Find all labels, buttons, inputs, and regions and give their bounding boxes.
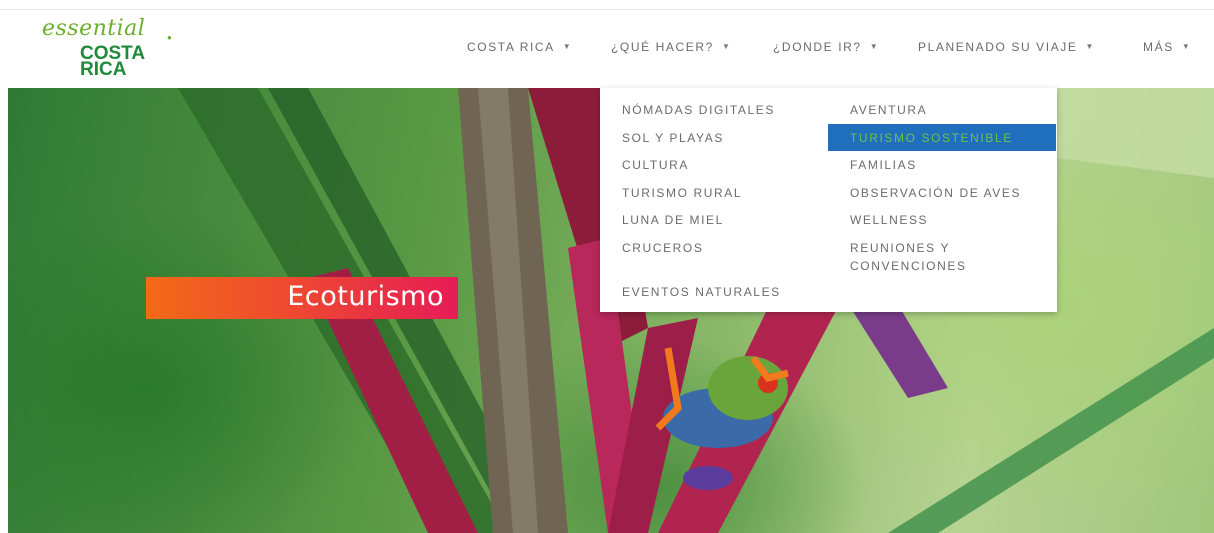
main-nav: COSTA RICA ▼ ¿QUÉ HACER? ▼ ¿DONDE IR? ▼ PLA… xyxy=(0,10,1214,88)
menu-item-wellness[interactable]: WELLNESS xyxy=(850,211,928,229)
page: essential ● COSTA RICA COSTA RICA ▼ ¿QUÉ … xyxy=(0,0,1214,533)
site-header: essential ● COSTA RICA COSTA RICA ▼ ¿QUÉ … xyxy=(0,10,1214,88)
nav-item-donde-ir[interactable]: ¿DONDE IR? ▼ xyxy=(773,40,878,54)
menu-item-turismo-sostenible[interactable]: TURISMO SOSTENIBLE xyxy=(850,129,1013,147)
menu-item-reuniones-y-convenciones[interactable]: REUNIONES Y CONVENCIONES xyxy=(850,239,1050,275)
nav-item-mas[interactable]: MÁS ▼ xyxy=(1143,40,1190,54)
hero-label-text: Ecoturismo xyxy=(287,281,444,312)
nav-item-costa-rica[interactable]: COSTA RICA ▼ xyxy=(467,40,571,54)
nav-item-planenado-su-viaje[interactable]: PLANENADO SU VIAJE ▼ xyxy=(918,40,1093,54)
nav-label: ¿DONDE IR? xyxy=(773,40,862,54)
menu-item-sol-y-playas[interactable]: SOL Y PLAYAS xyxy=(622,129,724,147)
caret-down-icon: ▼ xyxy=(1085,42,1094,51)
nav-label: PLANENADO SU VIAJE xyxy=(918,40,1078,54)
hero-category-label: Ecoturismo xyxy=(146,277,458,319)
nav-label: ¿QUÉ HACER? xyxy=(611,40,714,54)
que-hacer-dropdown-menu: NÓMADAS DIGITALES SOL Y PLAYAS CULTURA T… xyxy=(600,88,1057,312)
caret-down-icon: ▼ xyxy=(869,42,878,51)
menu-item-luna-de-miel[interactable]: LUNA DE MIEL xyxy=(622,211,724,229)
nav-label: MÁS xyxy=(1143,40,1174,54)
nav-item-que-hacer[interactable]: ¿QUÉ HACER? ▼ xyxy=(611,40,730,54)
menu-item-eventos-naturales[interactable]: EVENTOS NATURALES xyxy=(622,283,781,301)
menu-item-aventura[interactable]: AVENTURA xyxy=(850,101,927,119)
nav-label: COSTA RICA xyxy=(467,40,555,54)
menu-item-familias[interactable]: FAMILIAS xyxy=(850,156,917,174)
menu-item-turismo-rural[interactable]: TURISMO RURAL xyxy=(622,184,742,202)
caret-down-icon: ▼ xyxy=(1181,42,1190,51)
menu-item-observacion-de-aves[interactable]: OBSERVACIÓN DE AVES xyxy=(850,184,1021,202)
caret-down-icon: ▼ xyxy=(721,42,730,51)
menu-item-cultura[interactable]: CULTURA xyxy=(622,156,689,174)
menu-item-nomadas-digitales[interactable]: NÓMADAS DIGITALES xyxy=(622,101,775,119)
menu-item-cruceros[interactable]: CRUCEROS xyxy=(622,239,703,257)
caret-down-icon: ▼ xyxy=(562,42,571,51)
menu-item-turismo-sostenible-highlight[interactable]: TURISMO SOSTENIBLE xyxy=(828,124,1056,151)
